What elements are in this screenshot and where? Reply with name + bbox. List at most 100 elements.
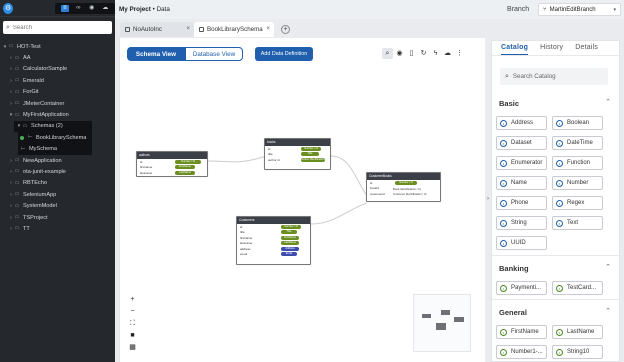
chevron-up-icon[interactable]: ⌃	[605, 98, 611, 106]
catalog-item[interactable]: • Boolean	[552, 116, 603, 130]
catalog-item[interactable]: • UUID	[496, 236, 547, 250]
cloud-icon[interactable]: ☁	[101, 5, 109, 12]
entity-node[interactable]: books id Number / Id title Title author id Aut…	[264, 138, 331, 170]
tree-item[interactable]: › ▭ NewApplication	[0, 155, 115, 166]
add-tab-icon[interactable]: +	[281, 25, 290, 34]
tree-item-label: NewApplication	[23, 157, 62, 164]
app-logo-icon[interactable]: ⚙	[3, 2, 14, 14]
catalog-item[interactable]: • FirstName	[496, 325, 547, 339]
lock-icon[interactable]: ■	[128, 330, 137, 342]
catalog-section-title[interactable]: Basic	[499, 99, 519, 108]
tree-item[interactable]: › ▭ SeleniumApp	[0, 189, 115, 200]
catalog-section-title[interactable]: Banking	[499, 264, 529, 273]
fit-view-icon[interactable]: ⛶	[128, 318, 137, 330]
tree-item[interactable]: › ▭ Emerald	[0, 75, 115, 86]
link-icon[interactable]: ∞	[74, 5, 82, 12]
field-name: lastname	[240, 241, 253, 246]
tree-item[interactable]: › ▭ RBTEcho	[0, 178, 115, 189]
data-type-icon: •	[500, 348, 507, 356]
catalog-section-title[interactable]: General	[499, 308, 527, 317]
tree-item[interactable]: › ▭ SystemModel	[0, 200, 115, 211]
tree-item[interactable]: › ▭ ForGit	[0, 87, 115, 98]
catalog-item[interactable]: • Function	[552, 156, 603, 170]
entity-node[interactable]: Customers id Number / Id title Title firstnam…	[236, 216, 311, 265]
schema-tab-icon	[125, 27, 130, 32]
field-type: Number / Id	[281, 224, 301, 229]
catalog-item[interactable]: • String	[496, 216, 547, 230]
tab-booklibraryschema[interactable]: BookLibrarySchema ×	[194, 22, 274, 37]
tree-item[interactable]: › ▭ TT	[0, 223, 115, 234]
breadcrumb: My Project • Data	[119, 6, 170, 13]
tree-item[interactable]: › ▭ JMeterContainer	[0, 98, 115, 109]
tree-item[interactable]: ▾ ▭ Schemas (2)	[14, 120, 92, 133]
sidebar-search-input[interactable]	[12, 24, 103, 31]
entity-field-row[interactable]: lastname LastName	[137, 170, 207, 176]
tree-item[interactable]: › ▭ TSProject	[0, 212, 115, 223]
zoom-in-icon[interactable]: +	[128, 294, 137, 306]
tree-item[interactable]: › ▭ ota-junit-example	[0, 166, 115, 177]
catalog-item[interactable]: • Dataset	[496, 136, 547, 150]
entity-node[interactable]: CustomerBooks id Number / Id bookid Book Ide…	[366, 172, 441, 202]
data-type-icon: •	[556, 219, 563, 227]
data-type-icon: •	[556, 284, 563, 292]
folder-icon: ▭	[14, 100, 20, 107]
catalog-item[interactable]: • TestCard...	[552, 281, 603, 295]
field-name: id	[370, 180, 373, 185]
close-icon[interactable]: ×	[186, 26, 190, 32]
tab-history[interactable]: History	[540, 42, 563, 55]
close-icon[interactable]: ×	[266, 26, 270, 32]
tree-item[interactable]: ▾ ▭ MyFirstApplication	[0, 109, 115, 120]
tree-item[interactable]: › ▭ AA	[0, 52, 115, 63]
folder-icon: ▭	[14, 202, 20, 209]
catalog-item-label: Enumerator	[511, 160, 543, 166]
minimap[interactable]	[413, 294, 471, 352]
catalog-item[interactable]: • LastName	[552, 325, 603, 339]
catalog-item-label: Address	[511, 120, 534, 126]
schema-canvas[interactable]: Schema View Database View Add Data Defin…	[119, 38, 485, 362]
tree-item[interactable]: › ▭ CalculatorSample	[0, 64, 115, 75]
chevron-left-icon[interactable]: ›	[487, 196, 489, 202]
catalog-item[interactable]: • Phone	[496, 196, 547, 210]
eye-icon[interactable]: ◉	[88, 5, 96, 12]
chevron-up-icon[interactable]: ⌃	[605, 263, 611, 271]
folder-icon: ▭	[14, 168, 20, 175]
entity-field-row[interactable]: author id Author Identification	[265, 157, 330, 163]
catalog-item-label: String10	[567, 349, 590, 355]
grid-icon[interactable]: ▦	[128, 342, 137, 354]
catalog-item[interactable]: • Text	[552, 216, 603, 230]
tree-item[interactable]: ⊢ BookLibrarySchema	[18, 132, 92, 144]
catalog-item[interactable]: • DateTime	[552, 136, 603, 150]
sidebar-search[interactable]: ⌕	[3, 21, 112, 34]
catalog-item[interactable]: • String10	[552, 345, 603, 359]
tree-item[interactable]: ⊢ MySchema	[18, 143, 92, 155]
entity-field-row[interactable]: customerid Customer Identification / Id	[367, 191, 440, 197]
catalog-item[interactable]: • Number1-...	[496, 345, 547, 359]
field-type: Address	[281, 246, 299, 251]
tab-catalog[interactable]: Catalog	[501, 42, 529, 55]
entity-field-row[interactable]: email Email	[237, 252, 310, 258]
entity-node[interactable]: authors id Number / Id firstname FirstName la…	[136, 151, 208, 177]
catalog-item[interactable]: • Address	[496, 116, 547, 130]
folder-icon: ▭	[14, 214, 20, 221]
catalog-item[interactable]: • Name	[496, 176, 547, 190]
zoom-controls: + − ⛶ ■ ▦	[128, 294, 137, 354]
catalog-item[interactable]: • Regex	[552, 196, 603, 210]
branch-selector[interactable]: ⑂ MartinEditBranch ▾	[538, 3, 621, 16]
catalog-item-label: UUID	[511, 240, 526, 246]
catalog-item[interactable]: • Paymenti...	[496, 281, 547, 295]
tree-item[interactable]: ▾ ▭ HOT-Test	[0, 41, 115, 52]
catalog-search-input[interactable]	[512, 73, 598, 80]
data-explorer-icon[interactable]: ≡	[60, 4, 69, 12]
catalog-item[interactable]: • Enumerator	[496, 156, 547, 170]
tab-details[interactable]: Details	[575, 42, 598, 55]
breadcrumb-project[interactable]: My Project	[119, 6, 151, 13]
zoom-out-icon[interactable]: −	[128, 306, 137, 318]
field-type: FirstName	[175, 165, 195, 170]
tab-noautoinc[interactable]: NoAutoInc ×	[120, 22, 194, 37]
minimap-node	[436, 323, 446, 330]
catalog-item[interactable]: • Number	[552, 176, 603, 190]
chevron-up-icon[interactable]: ⌃	[605, 307, 611, 315]
catalog-search[interactable]: ⌕	[500, 68, 608, 85]
tree-item-label: Schemas (2)	[31, 123, 63, 130]
schema-icon: ⊢	[27, 134, 33, 141]
